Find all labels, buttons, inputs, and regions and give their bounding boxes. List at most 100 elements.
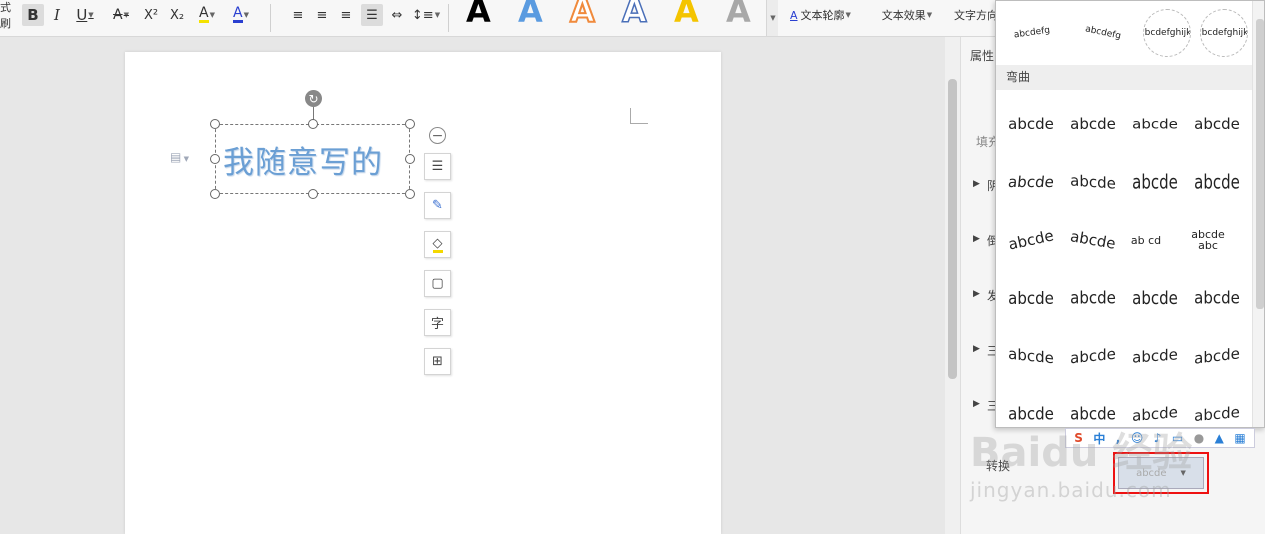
align-center-button[interactable]: ≡ bbox=[313, 4, 331, 26]
gallery-item[interactable]: abcde bbox=[1186, 276, 1248, 320]
wordart-style-yellow[interactable]: A bbox=[674, 0, 699, 30]
resize-handle-top-left[interactable] bbox=[210, 119, 220, 129]
gallery-item[interactable]: abcde bbox=[1000, 104, 1062, 144]
bold-button[interactable]: B bbox=[22, 4, 44, 26]
format-painter-button[interactable]: 式刷 bbox=[0, 1, 18, 30]
distribute-icon: ⇔ bbox=[391, 7, 403, 23]
chevron-down-icon: ▼ bbox=[845, 11, 851, 19]
wordart-style-orange-outline[interactable]: A bbox=[569, 0, 596, 31]
chevron-down-icon: ▼ bbox=[88, 11, 94, 19]
gallery-item[interactable]: abcde bbox=[1062, 104, 1124, 144]
watermark-url: jingyan.baidu.com bbox=[970, 478, 1172, 502]
resize-handle-bottom-left[interactable] bbox=[210, 189, 220, 199]
wordart-gallery-expand[interactable]: ▼ bbox=[766, 0, 778, 36]
gallery-item[interactable]: abcde bbox=[1124, 156, 1186, 208]
toolbar-separator bbox=[270, 4, 271, 32]
text-fill-button[interactable]: ⊞ bbox=[424, 348, 451, 375]
expand-triangle-icon[interactable]: ▶ bbox=[973, 289, 980, 299]
subscript-button[interactable]: X₂ bbox=[166, 4, 188, 26]
expand-triangle-icon[interactable]: ▶ bbox=[973, 399, 980, 409]
line-spacing-icon: ↕≡ bbox=[411, 7, 434, 23]
gallery-item[interactable]: abcde bbox=[1186, 104, 1248, 144]
text-style-button[interactable]: 字 bbox=[424, 309, 451, 336]
gallery-item[interactable]: abcde bbox=[997, 214, 1066, 266]
align-center-icon: ≡ bbox=[316, 7, 328, 23]
resize-handle-bottom[interactable] bbox=[308, 189, 318, 199]
character-icon: 字 bbox=[430, 317, 444, 332]
text-effect-button[interactable]: 文本效果 ▼ bbox=[876, 4, 938, 26]
margin-corner-mark bbox=[630, 108, 648, 124]
text-box-icon: ⊞ bbox=[432, 354, 443, 369]
collapse-icon[interactable]: − bbox=[429, 127, 446, 144]
wordart-style-blue[interactable]: A bbox=[518, 0, 543, 30]
chevron-down-icon: ▼ bbox=[123, 11, 129, 19]
expand-triangle-icon[interactable]: ▶ bbox=[973, 179, 980, 189]
gallery-item[interactable]: abcde bbox=[1186, 156, 1248, 208]
underline-button[interactable]: U ▼ bbox=[72, 4, 98, 26]
line-spacing-button[interactable]: ↕≡ ▼ bbox=[411, 4, 441, 26]
chevron-down-icon: ▼ bbox=[434, 11, 441, 19]
anchor-icon[interactable]: ▤ ▼ bbox=[170, 150, 189, 164]
distribute-button[interactable]: ⇔ bbox=[387, 4, 407, 26]
gallery-item[interactable]: abcde bbox=[1000, 333, 1062, 380]
gallery-item[interactable]: abcde bbox=[1062, 160, 1124, 204]
gallery-item[interactable]: abcde bbox=[1124, 106, 1186, 142]
italic-button[interactable]: I bbox=[49, 4, 65, 26]
gallery-item[interactable]: abcdefghijkl bbox=[1142, 9, 1191, 57]
gallery-item[interactable]: abcdefg bbox=[998, 9, 1065, 57]
pane-title: 属性 bbox=[970, 49, 995, 63]
resize-handle-top[interactable] bbox=[308, 119, 318, 129]
align-right-icon: ≡ bbox=[340, 7, 352, 23]
gallery-item[interactable]: abcdefg bbox=[1068, 7, 1137, 59]
text-outline-icon: A bbox=[790, 8, 798, 22]
highlight-button[interactable]: A ▼ bbox=[192, 4, 222, 26]
wordart-style-blue-outline[interactable]: A bbox=[621, 0, 647, 31]
strikethrough-label: A bbox=[113, 7, 123, 23]
resize-handle-bottom-right[interactable] bbox=[405, 189, 415, 199]
gallery-item[interactable]: abcde bbox=[1062, 276, 1124, 320]
scrollbar-thumb[interactable] bbox=[948, 79, 957, 379]
text-direction-button[interactable]: 文字方向 bbox=[954, 4, 998, 26]
text-outline-button[interactable]: A 文本轮廓 ▼ bbox=[790, 4, 870, 26]
shape-fill-button[interactable]: ◇ bbox=[424, 231, 451, 258]
justify-button[interactable]: ☰ bbox=[361, 4, 383, 26]
resize-handle-right[interactable] bbox=[405, 154, 415, 164]
wordart-text[interactable]: 我随意写的 bbox=[223, 137, 383, 182]
align-right-button[interactable]: ≡ bbox=[337, 4, 355, 26]
gallery-item[interactable]: abcde bbox=[1186, 332, 1248, 380]
gallery-item[interactable]: abcde bbox=[1124, 274, 1186, 322]
wordart-style-black[interactable]: A bbox=[466, 0, 491, 30]
vertical-scrollbar[interactable] bbox=[945, 37, 960, 534]
shape-outline-button[interactable]: ✎ bbox=[424, 192, 451, 219]
gallery-scrollbar[interactable] bbox=[1252, 1, 1264, 427]
expand-triangle-icon[interactable]: ▶ bbox=[973, 234, 980, 244]
scrollbar-thumb[interactable] bbox=[1256, 19, 1264, 309]
gallery-item[interactable]: abcde bbox=[1059, 215, 1127, 265]
superscript-button[interactable]: X² bbox=[140, 4, 162, 26]
chevron-down-icon: ▼ bbox=[243, 11, 249, 19]
pen-icon: ✎ bbox=[432, 198, 443, 213]
wordart-style-gray[interactable]: A bbox=[726, 0, 751, 30]
gallery-item[interactable]: abcde bbox=[1062, 333, 1124, 380]
gallery-item[interactable]: abcde bbox=[998, 162, 1064, 202]
layout-options-button[interactable]: ☰ bbox=[424, 153, 451, 180]
justify-icon: ☰ bbox=[366, 7, 378, 23]
shape-style-button[interactable]: ▢ bbox=[424, 270, 451, 297]
gallery-item[interactable]: ab cd bbox=[1124, 220, 1168, 260]
underline-label: U bbox=[76, 6, 88, 24]
rotate-icon[interactable]: ↻ bbox=[305, 90, 322, 107]
expand-triangle-icon[interactable]: ▶ bbox=[973, 344, 980, 354]
toolbox-icon[interactable]: ▦ bbox=[1234, 431, 1245, 445]
resize-handle-left[interactable] bbox=[210, 154, 220, 164]
gallery-item[interactable]: abcde bbox=[1124, 334, 1186, 378]
gallery-item[interactable]: abcdefghijkl bbox=[1199, 9, 1248, 57]
resize-handle-top-right[interactable] bbox=[405, 119, 415, 129]
gallery-item[interactable]: abcde abc bbox=[1186, 220, 1230, 260]
highlighter-icon: A bbox=[199, 5, 209, 23]
align-left-button[interactable]: ≡ bbox=[289, 4, 307, 26]
font-color-button[interactable]: A ▼ bbox=[228, 4, 254, 26]
align-left-icon: ≡ bbox=[292, 7, 304, 23]
strikethrough-button[interactable]: A ▼ bbox=[108, 4, 134, 26]
chevron-down-icon: ▼ bbox=[209, 11, 215, 19]
gallery-item[interactable]: abcde bbox=[1000, 275, 1062, 321]
